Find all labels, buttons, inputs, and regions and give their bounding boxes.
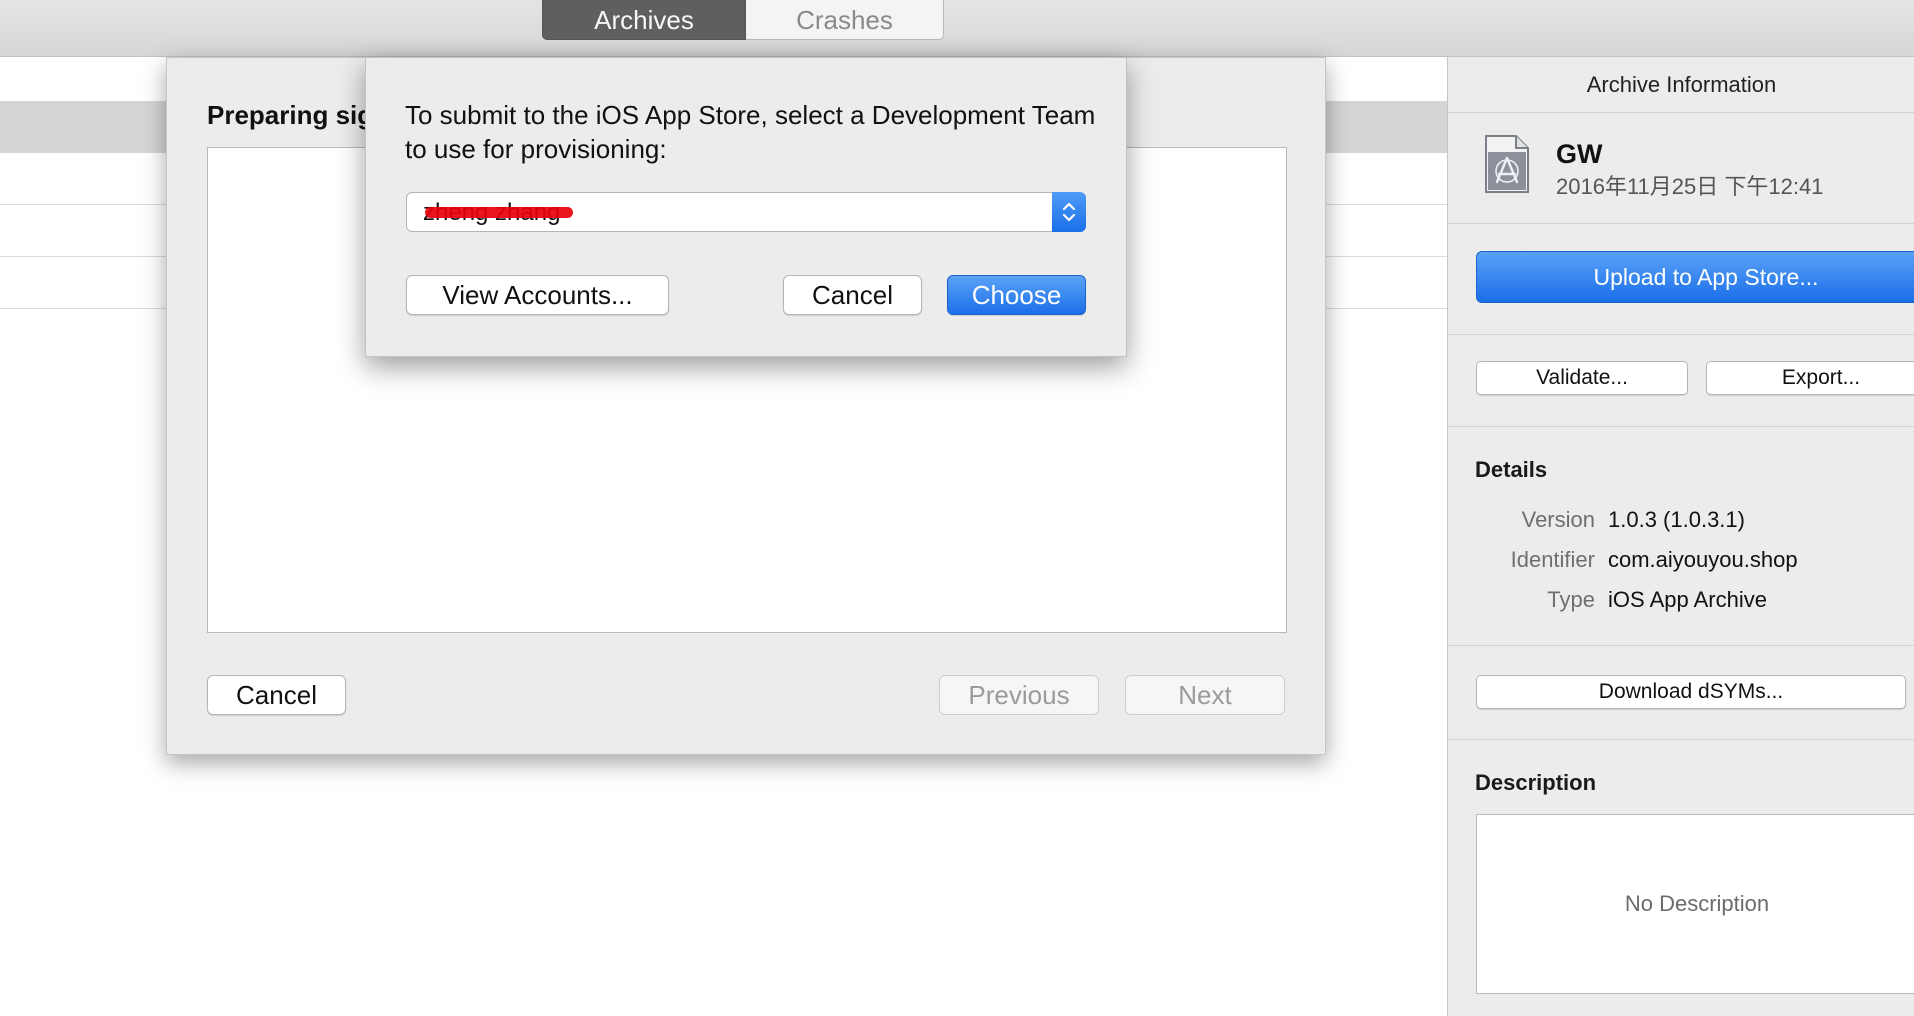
previous-button[interactable]: Previous (939, 675, 1099, 715)
view-accounts-button[interactable]: View Accounts... (406, 275, 669, 315)
validate-button[interactable]: Validate... (1476, 361, 1688, 395)
download-dsyms-button[interactable]: Download dSYMs... (1476, 675, 1906, 709)
app-archive-icon (1484, 134, 1530, 194)
identifier-value: com.aiyouyou.shop (1608, 547, 1798, 572)
archive-inspector: Archive Information GW 2016年11月25日 下午12:… (1447, 57, 1914, 1016)
next-button[interactable]: Next (1125, 675, 1285, 715)
description-title: Description (1475, 770, 1597, 795)
divider (1448, 223, 1914, 224)
export-button[interactable]: Export... (1706, 361, 1914, 395)
app-name: GW (1556, 139, 1603, 169)
tab-archives[interactable]: Archives (542, 0, 746, 40)
divider (1448, 645, 1914, 646)
description-placeholder: No Description (1624, 891, 1770, 916)
team-select[interactable]: zheng zhang (406, 192, 1086, 232)
type-label: Type (1547, 587, 1595, 612)
divider (1448, 739, 1914, 740)
divider (1448, 334, 1914, 335)
details-title: Details (1475, 457, 1548, 482)
dialog-cancel-button[interactable]: Cancel (783, 275, 922, 315)
divider (1448, 426, 1914, 427)
identifier-label: Identifier (1510, 547, 1595, 572)
version-value: 1.0.3 (1.0.3.1) (1608, 507, 1745, 532)
tab-crashes[interactable]: Crashes (746, 0, 944, 40)
sheet-title: Preparing sig (207, 100, 374, 130)
upload-to-app-store-button[interactable]: Upload to App Store... (1476, 251, 1914, 303)
type-value: iOS App Archive (1608, 587, 1767, 612)
archive-date: 2016年11月25日 下午12:41 (1556, 174, 1824, 199)
team-chooser-dialog: To submit to the iOS App Store, select a… (365, 57, 1127, 357)
version-label: Version (1521, 507, 1595, 532)
inspector-header: Archive Information (1448, 57, 1914, 113)
choose-button[interactable]: Choose (947, 275, 1086, 315)
redaction-mark (425, 207, 573, 218)
toolbar: Archives Crashes (0, 0, 1914, 57)
dialog-message: To submit to the iOS App Store, select a… (405, 100, 1096, 164)
description-field[interactable]: No Description (1476, 814, 1914, 994)
sheet-cancel-button[interactable]: Cancel (207, 675, 346, 715)
chevron-updown-icon[interactable] (1052, 192, 1086, 232)
